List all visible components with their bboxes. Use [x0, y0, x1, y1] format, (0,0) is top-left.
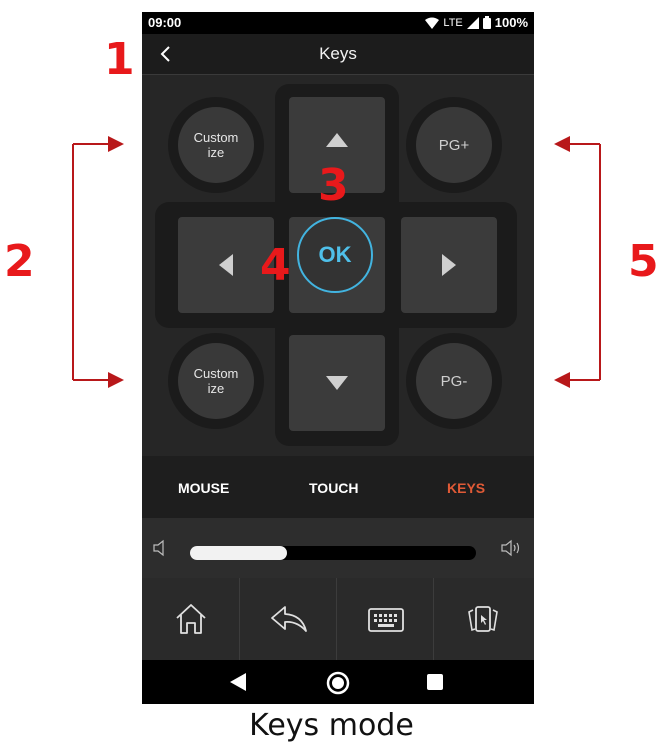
annotation-marker-5: 5 — [628, 236, 659, 287]
annotation-arrows — [72, 136, 601, 388]
annotation-marker-2: 2 — [4, 236, 35, 287]
figure-caption: Keys mode — [249, 708, 414, 743]
annotation-marker-3: 3 — [318, 160, 349, 211]
annotation-marker-4: 4 — [260, 240, 291, 291]
annotation-marker-1: 1 — [104, 34, 135, 85]
